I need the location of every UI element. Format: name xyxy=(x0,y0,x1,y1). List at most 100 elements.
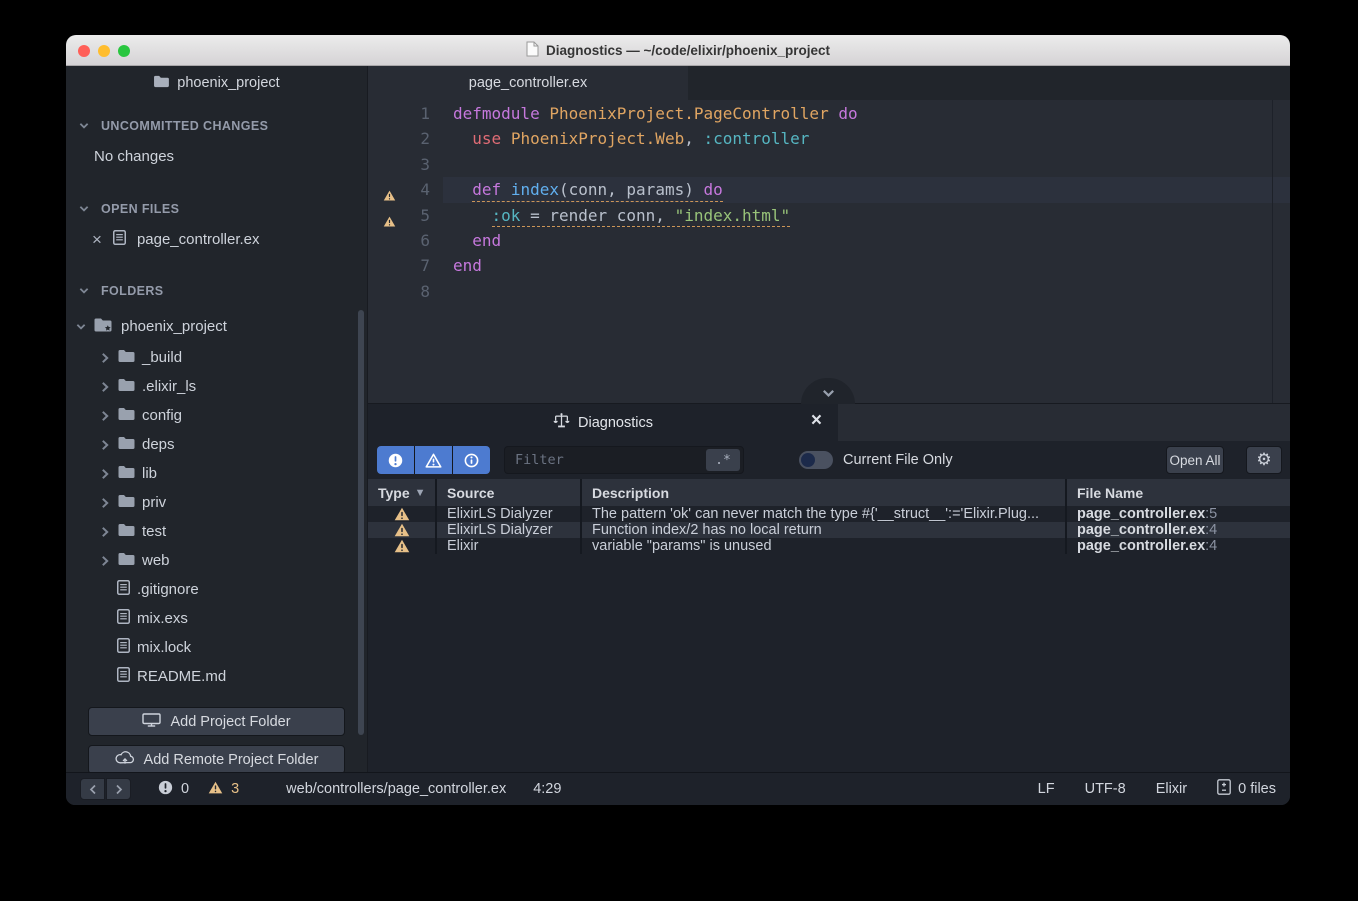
chevron-right-icon xyxy=(100,381,110,393)
grammar-segment[interactable]: Elixir xyxy=(1156,781,1187,797)
file-icon xyxy=(117,638,130,657)
code-line[interactable]: 3 xyxy=(368,152,1290,177)
filter-input[interactable] xyxy=(515,452,706,468)
current-file-only-label: Current File Only xyxy=(843,452,953,468)
warning-icon xyxy=(394,523,409,537)
editor-tab-label: page_controller.ex xyxy=(468,75,588,91)
tree-item[interactable]: deps xyxy=(66,430,367,459)
folder-icon xyxy=(117,349,135,367)
open-file-label: page_controller.ex xyxy=(136,230,260,248)
column-header-description[interactable]: Description xyxy=(580,479,1065,506)
folder-icon xyxy=(117,494,135,512)
tree-item-root[interactable]: phoenix_project xyxy=(66,312,367,341)
cursor-position-segment[interactable]: 4:29 xyxy=(533,781,561,797)
minimize-window-button[interactable] xyxy=(98,45,110,57)
folder-icon xyxy=(117,523,135,541)
regex-toggle-button[interactable]: .* xyxy=(706,449,740,471)
sidebar: phoenix_project UNCOMMITTED CHANGES No c… xyxy=(66,66,368,772)
code-line[interactable]: 6 end xyxy=(368,228,1290,253)
folder-icon xyxy=(117,465,135,483)
code-line[interactable]: 1 defmodule PhoenixProject.PageController… xyxy=(368,101,1290,126)
code-line[interactable]: 4 def index(conn, params) do xyxy=(368,177,1290,203)
file-tree: phoenix_project _build .elixir_ls config dep… xyxy=(66,312,367,691)
section-open-files[interactable]: OPEN FILES xyxy=(66,194,367,224)
tree-item[interactable]: _build xyxy=(66,343,367,372)
gutter: 1 xyxy=(368,101,443,126)
close-panel-icon[interactable]: × xyxy=(811,410,822,432)
chevron-right-icon xyxy=(100,497,110,509)
close-file-icon[interactable]: × xyxy=(92,231,102,248)
folder-icon xyxy=(117,378,135,396)
file-diff-icon xyxy=(1217,779,1231,799)
warning-count-badge[interactable]: 3 xyxy=(208,781,239,798)
diagnostic-row[interactable]: Elixir variable "params" is unused page_co… xyxy=(368,538,1290,554)
add-project-folder-button[interactable]: Add Project Folder xyxy=(88,707,345,736)
add-remote-project-folder-button[interactable]: Add Remote Project Folder xyxy=(88,745,345,772)
tree-item[interactable]: README.md xyxy=(66,662,367,691)
current-file-only-toggle[interactable] xyxy=(799,451,833,469)
chevron-right-icon xyxy=(100,526,110,538)
sidebar-content: UNCOMMITTED CHANGES No changes OPEN FILE… xyxy=(66,100,367,772)
editor-tab-bar: page_controller.ex xyxy=(368,66,1290,100)
git-status-segment[interactable]: 0 files xyxy=(1217,779,1276,799)
close-window-button[interactable] xyxy=(78,45,90,57)
encoding-segment[interactable]: UTF-8 xyxy=(1085,781,1126,797)
editor-tab[interactable]: page_controller.ex xyxy=(368,66,688,100)
tree-item[interactable]: mix.lock xyxy=(66,633,367,662)
filter-errors-button[interactable] xyxy=(377,446,414,474)
diagnostic-row[interactable]: ElixirLS Dialyzer The pattern 'ok' can ne… xyxy=(368,506,1290,522)
tree-item[interactable]: priv xyxy=(66,488,367,517)
file-icon xyxy=(117,609,130,628)
diagnostic-row[interactable]: ElixirLS Dialyzer Function index/2 has no… xyxy=(368,522,1290,538)
code-line[interactable]: 7 end xyxy=(368,253,1290,278)
diagnostics-empty-area xyxy=(368,554,1290,772)
column-header-filename[interactable]: File Name xyxy=(1065,479,1290,506)
line-number: 1 xyxy=(420,104,430,123)
error-icon xyxy=(388,453,403,467)
status-bar: 0 3 web/controllers/page_controller.ex 4… xyxy=(66,772,1290,805)
filter-warnings-button[interactable] xyxy=(415,446,452,474)
tree-item[interactable]: .gitignore xyxy=(66,575,367,604)
diagnostics-tab[interactable]: Diagnostics × xyxy=(368,404,838,441)
filter-info-button[interactable] xyxy=(453,446,490,474)
tree-item[interactable]: web xyxy=(66,546,367,575)
diagnostics-toolbar: .* Current File Only Open All ⚙ xyxy=(368,441,1290,479)
gutter: 2 xyxy=(368,126,443,151)
settings-button[interactable]: ⚙ xyxy=(1246,446,1282,474)
open-file-item[interactable]: × page_controller.ex xyxy=(66,224,367,254)
line-ending-segment[interactable]: LF xyxy=(1038,781,1055,797)
section-folders[interactable]: FOLDERS xyxy=(66,276,367,306)
code-editor[interactable]: 1 defmodule PhoenixProject.PageController… xyxy=(368,100,1290,403)
line-number: 5 xyxy=(420,205,430,225)
tree-item[interactable]: .elixir_ls xyxy=(66,372,367,401)
cloud-upload-icon xyxy=(115,751,135,768)
code-line[interactable]: 2 use PhoenixProject.Web, :controller xyxy=(368,126,1290,151)
column-header-source[interactable]: Source xyxy=(435,479,580,506)
title-bar: Diagnostics — ~/code/elixir/phoenix_proj… xyxy=(66,35,1290,66)
tree-item[interactable]: mix.exs xyxy=(66,604,367,633)
error-count-badge[interactable]: 0 xyxy=(158,780,189,799)
chevron-down-icon xyxy=(822,385,835,403)
diagnostics-tab-bar-empty xyxy=(838,404,1290,441)
forward-button[interactable] xyxy=(106,778,131,800)
editor-scrollbar-divider xyxy=(1272,100,1273,403)
warning-icon xyxy=(383,190,396,201)
zoom-window-button[interactable] xyxy=(118,45,130,57)
chevron-down-icon xyxy=(76,323,86,331)
line-number: 8 xyxy=(420,281,430,301)
gutter: 5 xyxy=(368,203,443,228)
sidebar-scrollbar[interactable] xyxy=(358,310,364,735)
open-all-button[interactable]: Open All xyxy=(1166,446,1224,474)
section-uncommitted-changes[interactable]: UNCOMMITTED CHANGES xyxy=(66,111,367,141)
no-changes-label: No changes xyxy=(94,147,175,165)
line-number: 7 xyxy=(420,256,430,276)
tree-item[interactable]: lib xyxy=(66,459,367,488)
tree-item[interactable]: config xyxy=(66,401,367,430)
code-line[interactable]: 8 xyxy=(368,279,1290,304)
tree-item[interactable]: test xyxy=(66,517,367,546)
file-path-segment[interactable]: web/controllers/page_controller.ex xyxy=(286,781,506,797)
column-header-type[interactable]: Type ▼ xyxy=(368,479,435,506)
project-tab[interactable]: phoenix_project xyxy=(66,66,367,100)
back-button[interactable] xyxy=(80,778,105,800)
code-line[interactable]: 5 :ok = render conn, "index.html" xyxy=(368,203,1290,228)
